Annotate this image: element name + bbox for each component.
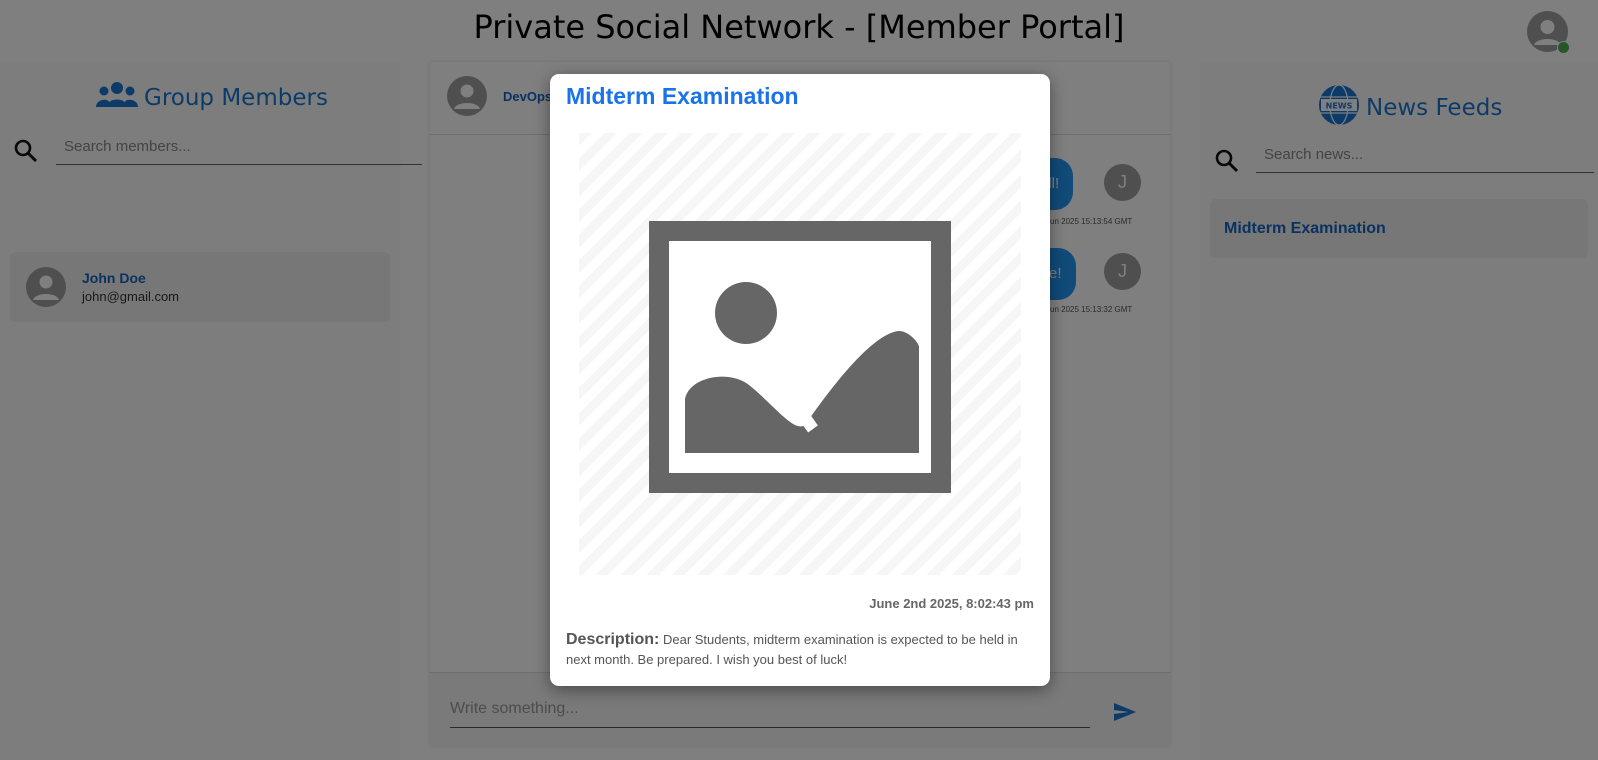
news-detail-modal: Midterm Examination June 2nd 2025, 8:02:… xyxy=(550,74,1050,686)
modal-title: Midterm Examination xyxy=(566,83,799,109)
modal-date: June 2nd 2025, 8:02:43 pm xyxy=(869,596,1034,611)
modal-description: Description: Dear Students, midterm exam… xyxy=(566,630,1036,670)
image-placeholder-icon xyxy=(579,133,1021,575)
description-label: Description: xyxy=(566,631,660,648)
